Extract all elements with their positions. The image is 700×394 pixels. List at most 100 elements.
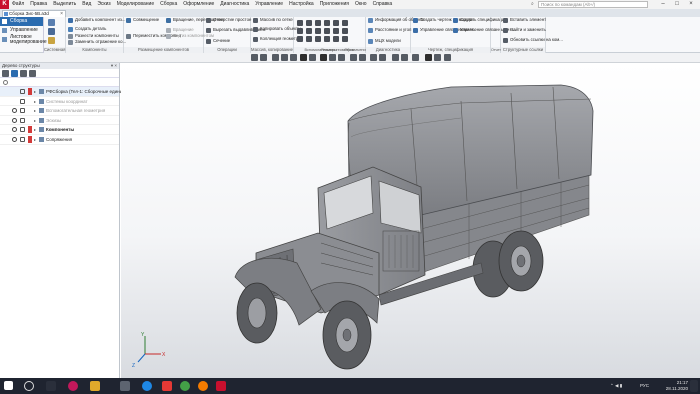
visibility-icon[interactable] [12, 108, 17, 114]
point-icon[interactable] [297, 20, 303, 26]
expand-caret-icon[interactable]: ▸ [34, 125, 36, 135]
messenger-icon[interactable] [180, 381, 190, 391]
lock-icon[interactable] [20, 89, 25, 94]
mark-icon[interactable] [315, 36, 321, 42]
search-icon[interactable] [24, 381, 34, 391]
task-view-icon[interactable] [46, 381, 56, 391]
lock-icon[interactable] [20, 108, 25, 114]
menu-sketch[interactable]: Эскиз [94, 0, 113, 9]
menu-file[interactable]: Файл [9, 0, 27, 9]
lock-icon[interactable] [20, 117, 25, 123]
clock-time[interactable]: 21:17 [660, 380, 688, 385]
tree-row[interactable]: ▸ Сопряжения [0, 135, 119, 145]
menu-help[interactable]: Справка [370, 0, 396, 9]
base-icon[interactable] [297, 36, 303, 42]
measure-icon[interactable] [412, 54, 419, 61]
calculator-icon[interactable] [120, 381, 130, 391]
expand-caret-icon[interactable]: ▸ [34, 116, 36, 126]
diameter-icon[interactable] [324, 28, 330, 34]
filter-icon[interactable] [425, 54, 432, 61]
spline-icon[interactable] [342, 20, 348, 26]
truck-model[interactable]: Y X Z [121, 63, 700, 378]
expand-caret-icon[interactable]: ▸ [34, 97, 36, 107]
hide-icon[interactable] [359, 54, 366, 61]
tree-row[interactable]: ▸ Компоненты [0, 125, 119, 135]
edge-browser-icon[interactable] [142, 381, 152, 391]
rotate-view-icon[interactable] [281, 54, 288, 61]
yandex-icon[interactable] [162, 381, 172, 391]
open-file-button[interactable] [48, 37, 55, 44]
zoom-area-icon[interactable] [260, 54, 267, 61]
lock-icon[interactable] [20, 98, 25, 104]
command-search-input[interactable]: Поиск по командам (Alt+/) [538, 1, 648, 8]
file-explorer-icon[interactable] [90, 381, 100, 391]
find-replace-button[interactable]: Найти и заменить [503, 27, 546, 33]
input-language[interactable]: РУС [640, 383, 649, 388]
section-button[interactable]: Сечение [206, 38, 230, 44]
zoom-icon[interactable] [251, 54, 258, 61]
text-icon[interactable] [324, 36, 330, 42]
menu-diagnostics[interactable]: Диагностика [217, 0, 252, 9]
snap-icon[interactable] [392, 54, 399, 61]
tree-options-icon[interactable] [29, 70, 36, 77]
pan-icon[interactable] [272, 54, 279, 61]
radius-icon[interactable] [315, 28, 321, 34]
windows-start-icon[interactable] [4, 381, 13, 390]
mass-props-button[interactable]: МЦХ модели [368, 38, 401, 44]
plane-icon[interactable] [315, 20, 321, 26]
update-links-button[interactable]: Обновить ссылки на ком... [503, 37, 563, 43]
perspective-icon[interactable] [338, 54, 345, 61]
tree-search[interactable] [0, 78, 119, 87]
clock-date[interactable]: 28.11.2020 [660, 386, 688, 391]
dimension-icon[interactable] [297, 28, 303, 34]
ribbon-nav-sheet[interactable]: Листовое моделирование [0, 35, 47, 44]
coincidence-button[interactable]: Совмещение [126, 17, 159, 23]
menu-window[interactable]: Окно [352, 0, 370, 9]
curve-icon[interactable] [333, 20, 339, 26]
menu-design[interactable]: Оформление [180, 0, 217, 9]
visibility-icon[interactable] [12, 127, 17, 133]
grid-pattern-button[interactable]: Массив по сетке [253, 17, 293, 23]
leader-icon[interactable] [333, 28, 339, 34]
explode-button[interactable]: Разнести компоненты [68, 33, 119, 39]
tree-row[interactable]: ▸ РФСборка (Тел-1: Сборочные единиц... [0, 87, 128, 97]
menu-control[interactable]: Управление [252, 0, 286, 9]
axis-icon[interactable] [306, 20, 312, 26]
lock-icon[interactable] [20, 136, 25, 142]
tree-row[interactable]: ▸ Эскизы [0, 116, 119, 126]
filter-dropdown-icon[interactable] [434, 54, 441, 61]
tree-row[interactable]: ▸ Вспомогательная геометрия [0, 106, 119, 116]
rotate-button[interactable]: Вращение [166, 27, 194, 33]
simple-hole-button[interactable]: Отверстие простое [206, 17, 251, 23]
visibility-icon[interactable] [12, 117, 17, 123]
visibility-icon[interactable] [12, 99, 17, 104]
create-part-button[interactable]: Создать деталь [68, 26, 106, 32]
save-file-button[interactable] [48, 28, 55, 35]
visibility-icon[interactable] [12, 136, 17, 142]
firefox-icon[interactable] [198, 381, 208, 391]
display-mode-icon[interactable] [320, 54, 327, 61]
shading-icon[interactable] [329, 54, 336, 61]
tree-row[interactable]: ▸ Системы координат [0, 97, 119, 107]
menu-view[interactable]: Вид [79, 0, 94, 9]
menu-assembly[interactable]: Сборка [157, 0, 180, 9]
kompas-taskbar-icon[interactable] [216, 381, 226, 391]
3d-viewport[interactable]: Y X Z [121, 63, 700, 378]
new-file-button[interactable] [48, 19, 55, 26]
panel-controls-icon[interactable]: ▾ × [111, 63, 117, 69]
settings-view-icon[interactable] [444, 54, 451, 61]
cs-icon[interactable] [324, 20, 330, 26]
add-component-button[interactable]: Добавить компонент из... [68, 17, 125, 23]
fit-all-icon[interactable] [290, 54, 297, 61]
visibility-icon[interactable] [12, 89, 17, 94]
minimize-icon[interactable]: – [656, 0, 670, 9]
expand-caret-icon[interactable]: ▸ [34, 135, 36, 145]
menu-edit[interactable]: Правка [27, 0, 50, 9]
expand-caret-icon[interactable]: ▸ [34, 87, 36, 97]
media-app-icon[interactable] [68, 381, 78, 391]
tolerance-icon[interactable] [306, 36, 312, 42]
menu-apps[interactable]: Приложения [317, 0, 352, 9]
tree-filter-icon[interactable] [20, 70, 27, 77]
layers-icon[interactable] [379, 54, 386, 61]
menu-modeling[interactable]: Моделирование [114, 0, 157, 9]
